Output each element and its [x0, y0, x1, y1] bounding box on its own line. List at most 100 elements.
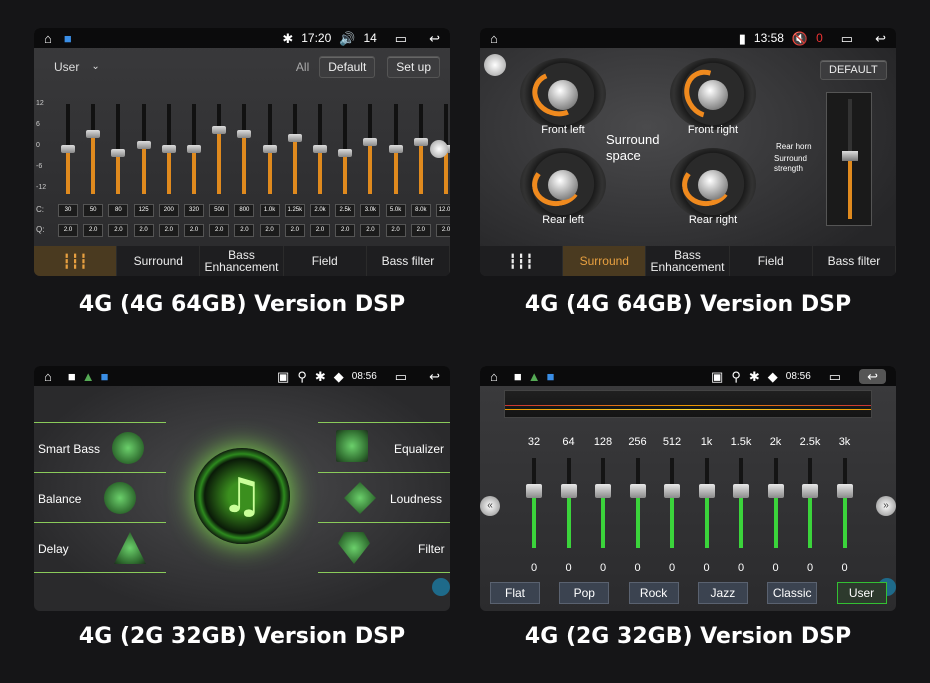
- loudness-label[interactable]: Loudness: [390, 492, 442, 506]
- eq-band-slider[interactable]: [237, 104, 252, 194]
- surround-strength-slider[interactable]: [826, 92, 872, 226]
- default-button[interactable]: DEFAULT: [820, 60, 887, 80]
- band-q[interactable]: 2.0: [83, 224, 104, 237]
- floating-ball-icon[interactable]: [432, 578, 450, 596]
- band-frequency[interactable]: 3.0k: [360, 204, 381, 217]
- band-frequency[interactable]: 50: [83, 204, 104, 217]
- eq-band-slider[interactable]: [698, 458, 715, 548]
- eq-band-slider[interactable]: [629, 458, 646, 548]
- delay-label[interactable]: Delay: [38, 542, 69, 556]
- band-q[interactable]: 2.0: [310, 224, 330, 237]
- band-frequency[interactable]: 1.25k: [284, 204, 305, 217]
- band-frequency[interactable]: 320: [184, 204, 204, 217]
- eq-band-slider[interactable]: [664, 458, 680, 548]
- eq-band-slider[interactable]: [111, 104, 126, 194]
- corner-toggle-icon[interactable]: [484, 54, 506, 76]
- preset-button-pop[interactable]: Pop: [559, 582, 610, 604]
- equalizer-label[interactable]: Equalizer: [394, 442, 444, 456]
- rear-left-knob[interactable]: Rear left: [520, 148, 606, 226]
- chevron-down-icon[interactable]: ⌄: [91, 62, 99, 72]
- eq-band-slider[interactable]: [338, 104, 353, 194]
- band-frequency[interactable]: 8.0k: [410, 204, 431, 217]
- home-icon[interactable]: ⌂: [44, 370, 52, 383]
- band-q[interactable]: 2.0: [108, 224, 129, 237]
- preset-button-user[interactable]: User: [836, 582, 887, 604]
- tab-surround[interactable]: Surround: [563, 246, 647, 276]
- preset-button-rock[interactable]: Rock: [628, 582, 679, 604]
- eq-band-slider[interactable]: [560, 458, 577, 548]
- filter-icon[interactable]: [338, 532, 370, 564]
- filter-label[interactable]: Filter: [418, 542, 445, 556]
- eq-band-slider[interactable]: [595, 458, 611, 548]
- eq-band-slider[interactable]: [161, 104, 176, 194]
- recent-apps-icon[interactable]: ▭: [829, 370, 841, 383]
- band-q[interactable]: 2.0: [58, 224, 78, 237]
- tab-surround[interactable]: Surround: [117, 246, 201, 276]
- front-left-knob[interactable]: Front left: [520, 58, 606, 136]
- band-frequency[interactable]: 125: [133, 204, 154, 217]
- eq-band-slider[interactable]: [313, 104, 327, 194]
- smart-bass-label[interactable]: Smart Bass: [38, 442, 100, 456]
- music-note-icon[interactable]: ♫: [194, 448, 290, 544]
- back-icon[interactable]: ↩: [429, 32, 440, 45]
- band-q[interactable]: 2.0: [209, 224, 230, 237]
- setup-button[interactable]: Set up: [387, 56, 440, 78]
- eq-band-slider[interactable]: [61, 104, 75, 194]
- band-q[interactable]: 2.0: [410, 224, 431, 237]
- tab-bass-enhancement[interactable]: Bass Enhancement: [200, 246, 284, 276]
- band-frequency[interactable]: 1.0k: [259, 204, 280, 217]
- home-icon[interactable]: ⌂: [490, 370, 498, 383]
- eq-band-slider[interactable]: [836, 458, 853, 548]
- default-button[interactable]: Default: [319, 56, 376, 78]
- recent-apps-icon[interactable]: ▭: [395, 32, 407, 45]
- back-icon[interactable]: ↩: [859, 368, 886, 384]
- all-label[interactable]: All: [296, 60, 309, 74]
- band-frequency[interactable]: 2.5k: [335, 204, 356, 217]
- band-frequency[interactable]: 2.0k: [310, 204, 330, 217]
- eq-band-slider[interactable]: [802, 458, 818, 548]
- home-icon[interactable]: ⌂: [490, 32, 498, 45]
- balance-label[interactable]: Balance: [38, 492, 81, 506]
- eq-band-slider[interactable]: [287, 104, 302, 194]
- balance-icon[interactable]: [104, 482, 136, 514]
- home-icon[interactable]: ⌂: [44, 32, 52, 45]
- band-q[interactable]: 2.0: [360, 224, 381, 237]
- band-q[interactable]: 2.0: [259, 224, 280, 237]
- recent-apps-icon[interactable]: ▭: [395, 370, 407, 383]
- delay-icon[interactable]: [114, 532, 146, 564]
- eq-band-slider[interactable]: [413, 104, 428, 194]
- scroll-handle-icon[interactable]: [430, 140, 448, 158]
- band-q[interactable]: 2.0: [385, 224, 406, 237]
- eq-band-slider[interactable]: [187, 104, 201, 194]
- band-frequency[interactable]: 500: [209, 204, 230, 217]
- tab-eq[interactable]: ┇┇┇: [34, 246, 118, 276]
- band-q[interactable]: 2.0: [234, 224, 255, 237]
- tab-field[interactable]: Field: [730, 246, 813, 276]
- prev-page-button[interactable]: «: [480, 496, 500, 516]
- band-q[interactable]: 2.0: [158, 224, 179, 237]
- tab-bass-filter[interactable]: Bass filter: [813, 246, 896, 276]
- front-right-knob[interactable]: Front right: [670, 58, 756, 136]
- band-q[interactable]: 2.0: [284, 224, 305, 237]
- preset-select[interactable]: User: [54, 60, 79, 74]
- band-q[interactable]: 2.0: [184, 224, 204, 237]
- equalizer-icon[interactable]: [336, 430, 368, 462]
- eq-band-slider[interactable]: [136, 104, 151, 194]
- eq-band-slider[interactable]: [388, 104, 403, 194]
- band-frequency[interactable]: 5.0k: [385, 204, 406, 217]
- band-frequency[interactable]: 80: [108, 204, 129, 217]
- eq-band-slider[interactable]: [212, 104, 227, 194]
- tab-bass-enhancement[interactable]: Bass Enhancement: [646, 246, 730, 276]
- preset-button-classic[interactable]: Classic: [767, 582, 818, 604]
- tab-bass-filter[interactable]: Bass filter: [367, 246, 450, 276]
- band-q[interactable]: 2.0: [335, 224, 356, 237]
- band-frequency[interactable]: 12.0k: [436, 204, 450, 217]
- eq-band-slider[interactable]: [86, 104, 101, 194]
- back-icon[interactable]: ↩: [429, 370, 440, 383]
- tab-eq[interactable]: ┇┇┇: [480, 246, 564, 276]
- preset-button-jazz[interactable]: Jazz: [697, 582, 748, 604]
- next-page-button[interactable]: »: [876, 496, 896, 516]
- smart-bass-icon[interactable]: [112, 432, 144, 464]
- band-frequency[interactable]: 200: [158, 204, 179, 217]
- band-q[interactable]: 2.0: [436, 224, 450, 237]
